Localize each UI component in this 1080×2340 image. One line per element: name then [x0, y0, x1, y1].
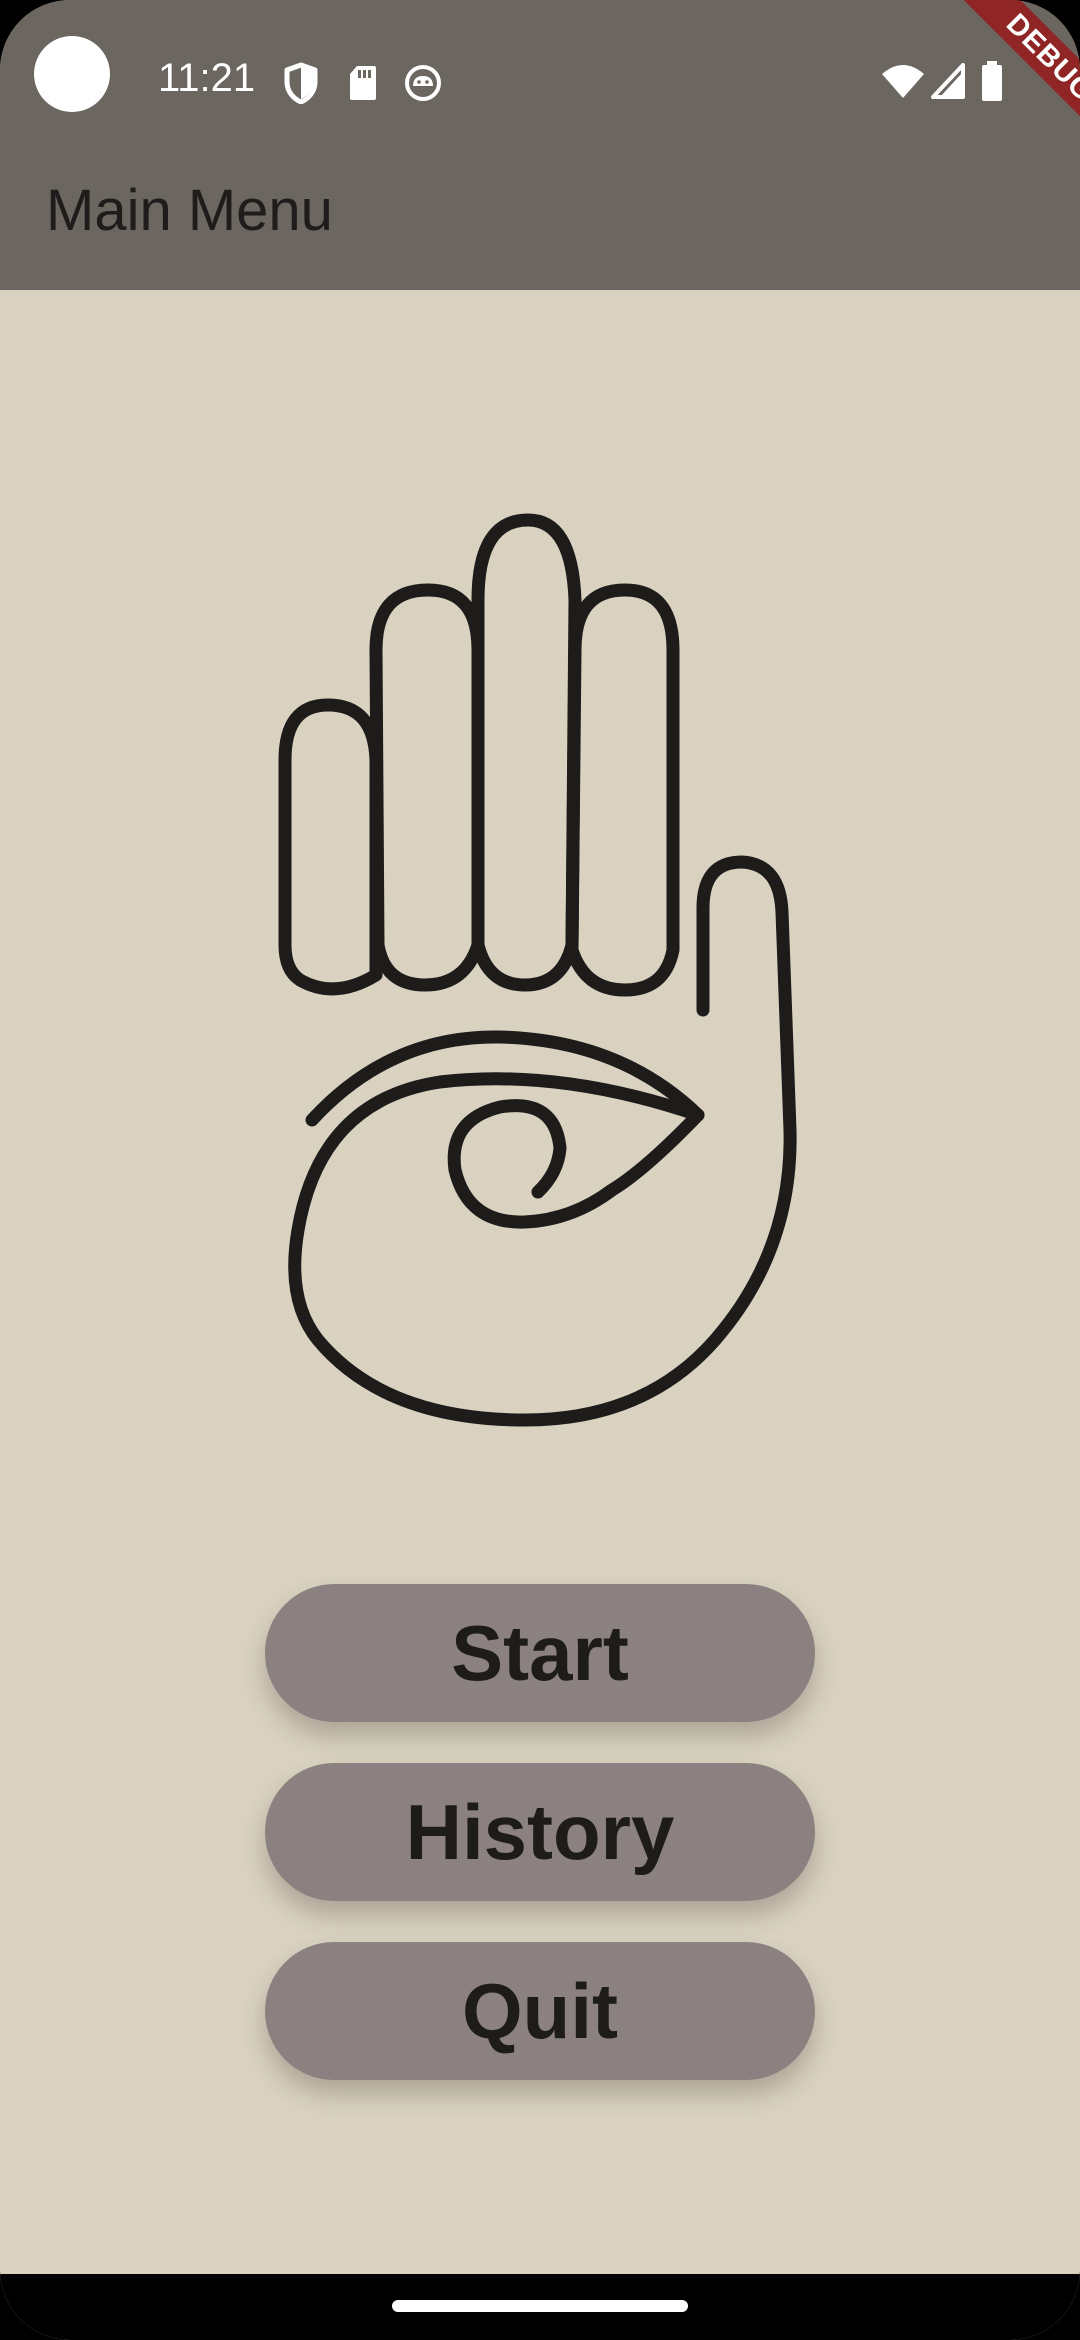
- start-button[interactable]: Start: [265, 1584, 815, 1722]
- sd-card-icon: [350, 66, 376, 100]
- android-icon: [405, 65, 441, 101]
- quit-button[interactable]: Quit: [265, 1942, 815, 2080]
- camera-cutout: [34, 36, 110, 112]
- hand-eye-icon: [278, 513, 797, 1427]
- shield-icon: [284, 62, 318, 104]
- debug-label: DEBUG: [943, 0, 1080, 165]
- status-time: 11:21: [158, 56, 256, 100]
- page-title: Main Menu: [46, 178, 333, 243]
- home-indicator[interactable]: [392, 2300, 688, 2312]
- history-button[interactable]: History: [265, 1763, 815, 1901]
- app-screen: 11:21 DEBUG Main Menu Start History Quit: [0, 0, 1080, 2340]
- debug-banner: DEBUG: [910, 0, 1080, 170]
